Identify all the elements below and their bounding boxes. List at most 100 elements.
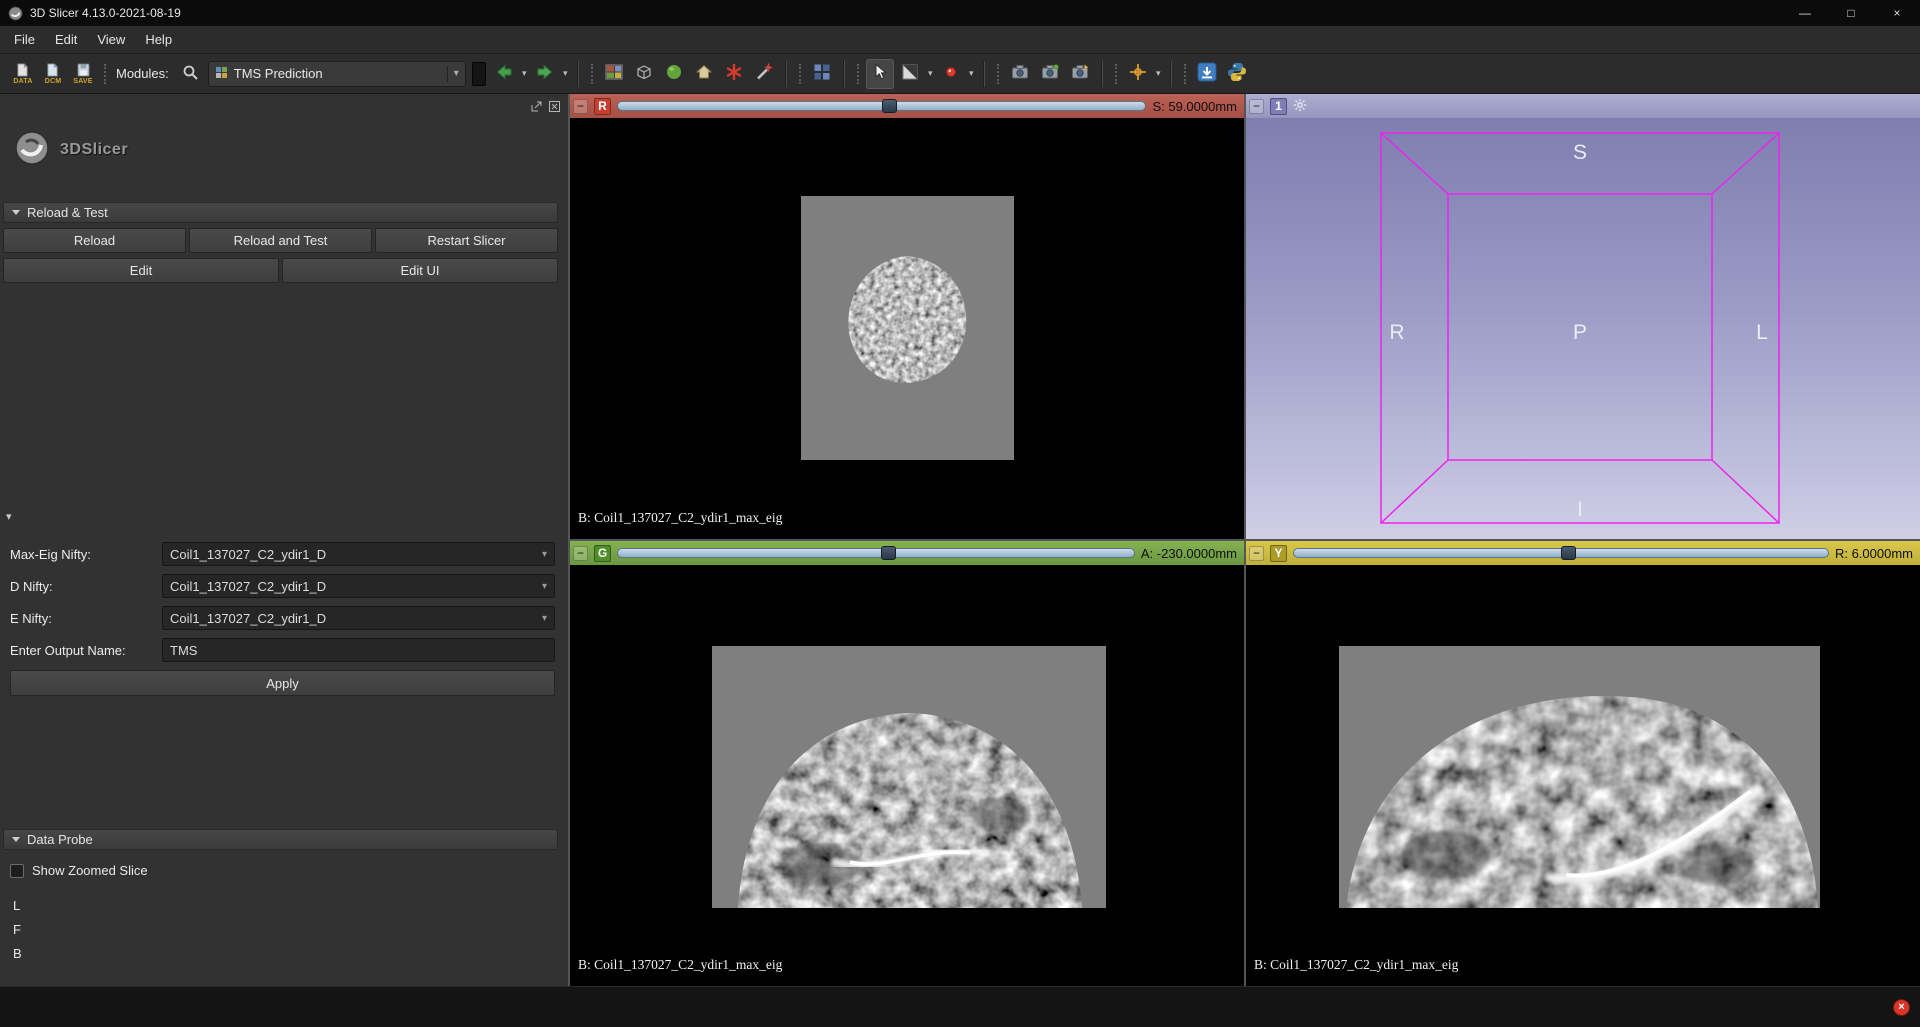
show-zoomed-slice-checkbox[interactable] [10,864,24,878]
python-console-button[interactable] [1223,59,1251,89]
chevron-down-icon: ▾ [542,613,547,624]
add-dicom-button[interactable]: DCM [39,59,67,89]
toolbar-handle[interactable] [1184,64,1186,84]
d-nifty-row: D Nifty: Coil1_137027_C2_ydir1_D ▾ [10,574,555,598]
red-slider-handle[interactable] [882,99,897,113]
toolbar-handle[interactable] [799,64,801,84]
minimize-button[interactable]: — [1782,0,1828,26]
reload-button[interactable]: Reload [3,228,186,253]
threed-view-menu-button[interactable]: 1 [1270,98,1287,115]
orientation-cube: S R P L I [1246,118,1920,539]
toolbar-handle[interactable] [997,64,999,84]
crosshair-dropdown[interactable]: ▾ [1153,59,1164,89]
layout-selector-button[interactable] [600,59,628,89]
main-toolbar: DATA DCM SAVE Modules: TMS Pr [0,54,1920,94]
yellow-slice-viewport[interactable]: B: Coil1_137027_C2_ydir1_max_eig [1246,565,1920,986]
crosshair-icon [1128,62,1148,85]
max-eig-combobox[interactable]: Coil1_137027_C2_ydir1_D ▾ [162,542,555,566]
threed-viewport[interactable]: S R P L I [1246,118,1920,539]
cube-view-button[interactable] [630,59,658,89]
panel-corner-controls [531,100,560,115]
place-point-button[interactable] [937,59,965,89]
screenshot-button[interactable] [1006,59,1034,89]
red-slice-offset-slider[interactable] [617,98,1146,114]
chevron-down-icon: ▾ [447,66,459,82]
threed-pin-button[interactable]: − [1249,99,1264,114]
yellow-slice-offset-value[interactable]: R: 6.0000mm [1835,546,1913,561]
scene-view-menu-button[interactable] [1066,59,1094,89]
place-point-dropdown[interactable]: ▾ [966,59,977,89]
toolbar-handle[interactable] [104,64,106,84]
menu-edit[interactable]: Edit [45,28,87,51]
edit-ui-button[interactable]: Edit UI [282,258,558,283]
maximize-button[interactable]: □ [1828,0,1874,26]
green-sphere-icon [664,62,684,85]
chevron-down-icon: ▾ [522,68,527,79]
restart-slicer-button[interactable]: Restart Slicer [375,228,558,253]
extensions-icon [1196,61,1218,86]
reload-test-header[interactable]: Reload & Test [3,202,558,223]
crosshair-button[interactable] [1124,59,1152,89]
menu-help[interactable]: Help [135,28,182,51]
magic-wand-button[interactable] [750,59,778,89]
markups-button[interactable] [720,59,748,89]
toolbar-separator [785,61,787,87]
green-slice-offset-value[interactable]: A: -230.0000mm [1141,546,1237,561]
history-back-dropdown[interactable]: ▾ [519,59,530,89]
history-forward-dropdown[interactable]: ▾ [560,59,571,89]
hide-panel-icon[interactable] [549,100,560,115]
apply-button[interactable]: Apply [10,670,555,696]
section-collapse-chevron[interactable]: ▾ [6,510,12,523]
menu-view[interactable]: View [87,28,135,51]
window-level-dropdown[interactable]: ▾ [925,59,936,89]
green-view-menu-button[interactable]: G [594,545,611,562]
undock-panel-icon[interactable] [531,100,542,115]
module-search-button[interactable] [176,59,204,89]
add-data-button[interactable]: DATA [9,59,37,89]
reload-and-test-button[interactable]: Reload and Test [189,228,372,253]
red-view-menu-button[interactable]: R [594,98,611,115]
module-selector-combobox[interactable]: TMS Prediction ▾ [208,61,466,87]
home-button[interactable] [690,59,718,89]
output-name-input[interactable] [162,638,555,662]
d-nifty-combobox[interactable]: Coil1_137027_C2_ydir1_D ▾ [162,574,555,598]
title-bar: 3D Slicer 4.13.0-2021-08-19 — □ × [0,0,1920,26]
module-icon [215,66,228,82]
toolbar-handle[interactable] [1115,64,1117,84]
history-back-button[interactable] [490,59,518,89]
save-button[interactable]: SAVE [69,59,97,89]
pointer-mode-button[interactable] [866,59,894,89]
yellow-pin-button[interactable]: − [1249,546,1264,561]
yellow-slice-controller: − Y R: 6.0000mm [1246,541,1920,565]
toolbar-handle[interactable] [857,64,859,84]
data-probe-header[interactable]: Data Probe [3,829,558,850]
menu-file[interactable]: File [4,28,45,51]
green-pin-button[interactable]: − [573,546,588,561]
red-slice-viewport[interactable]: B: Coil1_137027_C2_ydir1_max_eig [570,118,1244,539]
four-up-layout-button[interactable] [808,59,836,89]
yellow-slice-offset-slider[interactable] [1293,545,1829,561]
green-slider-groove[interactable] [617,548,1135,558]
window-level-mode-button[interactable] [896,59,924,89]
red-slice-offset-value[interactable]: S: 59.0000mm [1152,99,1237,114]
extensions-manager-button[interactable] [1193,59,1221,89]
green-slice-offset-slider[interactable] [617,545,1135,561]
red-pin-button[interactable]: − [573,99,588,114]
close-button[interactable]: × [1874,0,1920,26]
error-log-button[interactable]: × [1893,999,1910,1016]
volume-rendering-button[interactable] [660,59,688,89]
edit-button[interactable]: Edit [3,258,279,283]
scene-view-button[interactable] [1036,59,1064,89]
threed-view: − 1 [1246,94,1920,539]
yellow-slider-handle[interactable] [1561,546,1576,560]
tms-form: Max-Eig Nifty: Coil1_137027_C2_ydir1_D ▾… [0,542,568,696]
history-forward-button[interactable] [531,59,559,89]
toolbar-handle[interactable] [591,64,593,84]
green-slider-handle[interactable] [881,546,896,560]
view-options-gear-icon[interactable] [1293,98,1307,115]
yellow-view-menu-button[interactable]: Y [1270,545,1287,562]
module-history-button[interactable] [472,62,486,86]
e-nifty-combobox[interactable]: Coil1_137027_C2_ydir1_D ▾ [162,606,555,630]
reload-test-title: Reload & Test [27,205,108,220]
green-slice-viewport[interactable]: B: Coil1_137027_C2_ydir1_max_eig [570,565,1244,986]
